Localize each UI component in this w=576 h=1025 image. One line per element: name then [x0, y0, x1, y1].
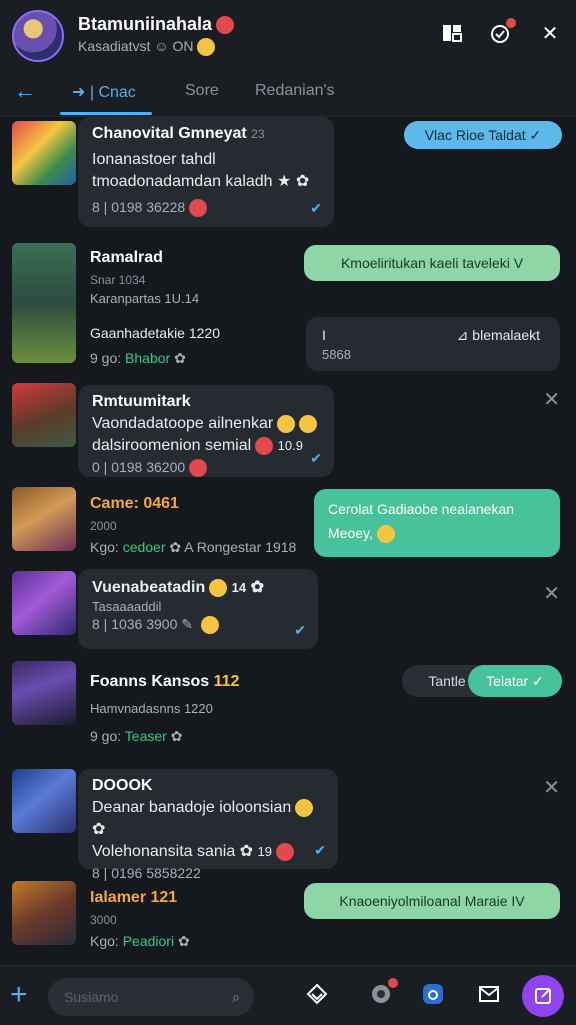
layers-icon[interactable] [304, 982, 330, 1008]
emoji-icon [189, 459, 208, 478]
message-meta: 8 | 0198 36228 [92, 199, 320, 218]
sender-name: Came: 0461 [90, 495, 179, 512]
avatar[interactable] [12, 383, 76, 447]
mail-icon[interactable] [476, 982, 502, 1008]
sender-name: Rmtuumitark [92, 393, 191, 410]
search-input[interactable]: Susiamo ⌕ [48, 978, 254, 1016]
notification-badge [388, 978, 398, 988]
sender-name: Foanns Kansos 112 [90, 673, 240, 690]
tab-bar: ← ➜ | Cnac Sore Redanian's [0, 68, 576, 117]
avatar[interactable] [12, 881, 76, 945]
read-check-icon: ✔ [294, 622, 306, 638]
emoji-icon [197, 38, 216, 57]
emoji-icon [376, 525, 395, 544]
close-icon[interactable]: ✕ [538, 22, 562, 46]
message-block: Ialamer 121 3000 Kgo: Peadiori ✿ [90, 889, 190, 949]
shell-icon[interactable] [368, 978, 398, 1008]
avatar[interactable] [12, 487, 76, 551]
read-check-icon: ✔ [310, 450, 322, 466]
back-arrow-icon[interactable]: ← [14, 78, 36, 104]
close-icon[interactable]: ✕ [543, 581, 560, 606]
sent-message[interactable]: Cerolat Gadiaobe nealanekan Meoey, [314, 489, 560, 557]
sent-message[interactable]: Kmoeliritukan kaeli taveleki V [304, 245, 560, 281]
message-bubble[interactable]: DOOOK Deanar banadoje ioloonsian ✿ Voleh… [78, 769, 338, 881]
avatar[interactable] [12, 661, 76, 725]
emoji-icon [189, 199, 208, 218]
message-bubble[interactable]: Vuenabeatadin 14 ✿ Tasaaaaddil 8 | 1036 … [78, 569, 318, 649]
top-header: Btamuniinahala Kasadiatvst ☺ ON ✕ [0, 0, 576, 68]
chat-status: Kasadiatvst ☺ ON [78, 38, 216, 57]
compose-button[interactable] [522, 975, 564, 1017]
chat-title: Btamuniinahala [78, 14, 235, 35]
message-text: Ionanastoer tahdl [92, 151, 216, 168]
active-tab-indicator [60, 112, 152, 115]
emoji-icon [200, 616, 219, 635]
avatar[interactable] [12, 121, 76, 185]
avatar[interactable] [12, 571, 76, 635]
emoji-icon [255, 436, 274, 455]
sender-name: DOOOK [92, 777, 153, 794]
tab-guardians[interactable]: Redanian's [255, 82, 335, 100]
search-icon: ⌕ [232, 989, 240, 1005]
sent-message[interactable]: Knaoeniyolmiloanal Maraie IV [304, 883, 560, 919]
notification-badge [506, 18, 516, 28]
message-block: Came: 0461 2000 Kgo: cedoer ✿ A Rongesta… [90, 495, 297, 555]
emoji-icon [276, 842, 294, 861]
emoji-icon [295, 798, 314, 817]
user-avatar[interactable] [12, 10, 64, 62]
chat-feed[interactable]: Chanovital Gmneyat 23 Ionanastoer tahdl … [0, 117, 576, 965]
close-icon[interactable]: ✕ [543, 387, 560, 412]
bottom-toolbar: + Susiamo ⌕ [0, 965, 576, 1025]
sender-name: Chanovital Gmneyat 23 [92, 125, 265, 142]
read-check-icon: ✔ [314, 842, 326, 858]
sender-name: Ramalrad [90, 249, 163, 266]
message-bubble[interactable]: Rmtuumitark Vaondadatoope ailnenkar dals… [78, 385, 334, 478]
message-block: Ramalrad Snar 1034 Karanpartas 1U.14 Gaa… [90, 249, 220, 366]
chat-refresh-icon[interactable] [488, 18, 516, 46]
close-icon[interactable]: ✕ [543, 775, 560, 800]
camera-icon[interactable] [420, 982, 446, 1008]
avatar[interactable] [12, 769, 76, 833]
emoji-icon [216, 16, 235, 35]
emoji-icon [209, 578, 228, 597]
sender-name: Ialamer 121 [90, 889, 178, 906]
add-icon[interactable]: + [10, 980, 28, 1010]
tab-chat[interactable]: ➜ | Cnac [72, 82, 136, 102]
emoji-icon [299, 414, 318, 433]
layout-icon[interactable] [440, 22, 464, 46]
message-text: tmoadonadamdan kaladh ★ ✿ [92, 173, 310, 190]
message-bubble[interactable]: Chanovital Gmneyat 23 Ionanastoer tahdl … [78, 117, 334, 227]
message-meta: 9 go: Bhabor ✿ [90, 350, 186, 366]
tab-store[interactable]: Sore [185, 82, 219, 100]
message-block: Foanns Kansos 112 Hamvnadasnns 1220 9 go… [90, 673, 240, 744]
action-chip[interactable]: Telatar ✓ [468, 665, 562, 697]
avatar[interactable] [12, 243, 76, 363]
read-check-icon: ✔ [310, 200, 322, 216]
emoji-icon [277, 414, 296, 433]
message-bubble[interactable]: I ⊿ blemalaekt 5868 [306, 317, 560, 371]
quick-reply-chip[interactable]: Vlac Rioe Taldat ✓ [404, 121, 562, 149]
